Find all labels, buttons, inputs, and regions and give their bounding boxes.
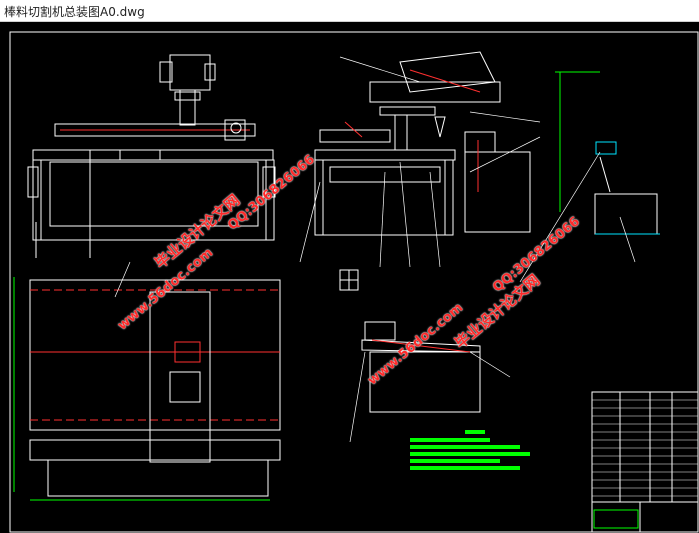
drawing-frame xyxy=(9,31,699,533)
detail-view xyxy=(555,71,660,235)
green-notes-block xyxy=(410,430,530,470)
parts-list-rows xyxy=(592,399,698,497)
title-block xyxy=(591,391,699,533)
side-view xyxy=(314,51,531,291)
cad-drawing xyxy=(9,31,699,533)
drawing-canvas[interactable]: 毕业设计论文网 www.56doc.com QQ:306826066 www.5… xyxy=(0,22,699,533)
window-title: 棒料切割机总装图A0.dwg xyxy=(4,5,145,19)
window-titlebar: 棒料切割机总装图A0.dwg xyxy=(0,0,699,22)
